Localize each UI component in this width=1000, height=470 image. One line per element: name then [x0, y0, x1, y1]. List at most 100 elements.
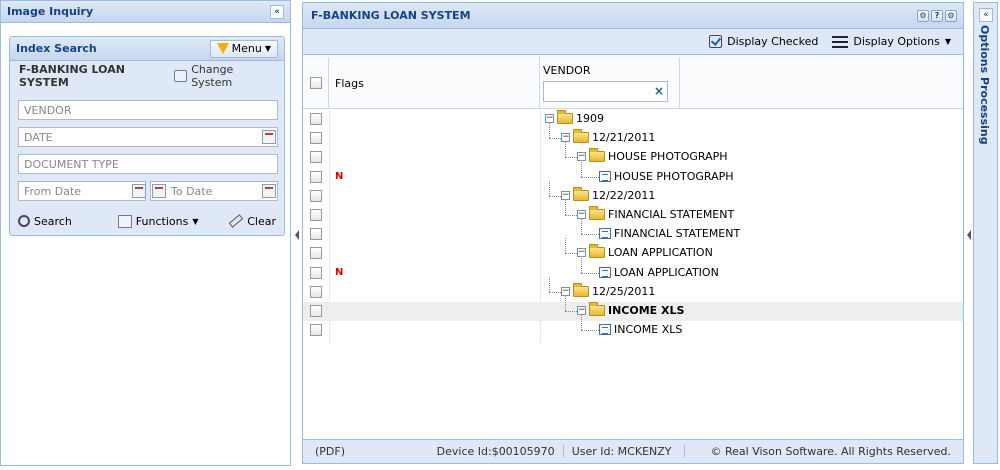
clear-button[interactable]: Clear — [228, 214, 276, 228]
tree-document-node[interactable]: FINANCIAL STATEMENT — [599, 227, 740, 240]
loan-system-title: F-BANKING LOAN SYSTEM — [311, 9, 471, 22]
functions-button[interactable]: Functions ▼ — [117, 214, 198, 228]
row-checkbox[interactable] — [310, 170, 322, 183]
row-flag: N — [335, 170, 344, 182]
tree-connector — [549, 138, 561, 140]
folder-icon — [589, 148, 605, 163]
row-checkbox[interactable] — [310, 304, 322, 317]
table-row[interactable]: FINANCIAL STATEMENT — [303, 219, 963, 244]
table-row[interactable]: − 1909 — [303, 110, 963, 129]
row-checkbox[interactable] — [310, 285, 322, 298]
tree-connector — [549, 195, 561, 197]
options-processing-title[interactable]: Options Processing — [978, 25, 991, 145]
tree-connector — [581, 330, 599, 332]
eraser-icon — [228, 214, 244, 228]
tree-document-node[interactable]: INCOME XLS — [599, 323, 682, 336]
collapse-toggle-icon[interactable]: − — [577, 305, 586, 315]
calendar-icon[interactable] — [262, 130, 276, 144]
document-type-input[interactable]: DOCUMENT TYPE — [18, 154, 278, 174]
tree-folder-node[interactable]: − 1909 — [545, 110, 604, 125]
menu-button[interactable]: Menu ▼ — [209, 39, 278, 58]
help-tool-icon[interactable]: ? — [931, 9, 943, 22]
to-date-calendar-icon[interactable] — [262, 184, 276, 198]
clear-label: Clear — [247, 214, 276, 228]
flags-column-header[interactable]: Flags — [329, 57, 540, 109]
tree-folder-node[interactable]: − 12/22/2011 — [561, 186, 655, 202]
vendor-filter-input[interactable]: × — [543, 81, 668, 102]
collapse-left-button[interactable]: « — [270, 4, 284, 19]
search-button[interactable]: Search — [18, 215, 72, 228]
change-system-label: Change System — [191, 63, 234, 89]
row-checkbox[interactable] — [310, 189, 322, 202]
table-row[interactable]: N HOUSE PHOTOGRAPH — [303, 161, 963, 187]
right-splitter-handle-icon[interactable] — [967, 230, 971, 240]
tree-connector — [549, 276, 550, 292]
collapse-toggle-icon[interactable]: − — [561, 286, 570, 296]
menu-lines-icon — [832, 35, 849, 48]
collapse-toggle-icon[interactable]: − — [561, 190, 570, 200]
index-search-title: Index Search — [16, 42, 97, 55]
display-options-button[interactable]: Display Options ▼ — [832, 35, 951, 48]
expand-right-button[interactable]: « — [979, 8, 993, 22]
table-row[interactable]: − HOUSE PHOTOGRAPH — [303, 142, 963, 167]
change-system-button[interactable]: Change System — [173, 63, 275, 89]
row-checkbox[interactable] — [310, 324, 322, 337]
table-row[interactable]: − 12/21/2011 — [303, 123, 963, 148]
table-row[interactable]: − 12/22/2011 — [303, 180, 963, 206]
to-date-input[interactable]: To Date — [150, 181, 278, 201]
collapse-toggle-icon[interactable]: − — [577, 248, 586, 258]
tree-document-node[interactable]: HOUSE PHOTOGRAPH — [599, 170, 734, 183]
collapse-toggle-icon[interactable]: − — [561, 133, 570, 143]
status-user-id: User Id: MCKENZY — [564, 445, 685, 458]
row-checkbox[interactable] — [310, 208, 322, 221]
tree-folder-node[interactable]: − 12/25/2011 — [561, 282, 656, 298]
document-icon — [599, 170, 611, 182]
document-icon — [599, 324, 611, 336]
tree-folder-node[interactable]: − LOAN APPLICATION — [577, 244, 713, 259]
tree-connector — [549, 180, 550, 196]
collapse-toggle-icon[interactable]: − — [577, 152, 586, 162]
table-row[interactable]: − 12/25/2011 — [303, 276, 963, 302]
row-checkbox[interactable] — [310, 228, 322, 241]
table-row[interactable]: − FINANCIAL STATEMENT — [303, 199, 963, 225]
settings-tool-icon[interactable]: ⚙ — [917, 9, 929, 22]
from-date-input[interactable]: From Date — [18, 181, 146, 201]
vendor-input[interactable]: VENDOR — [18, 100, 278, 120]
select-all-checkbox[interactable] — [310, 77, 322, 89]
document-icon — [599, 266, 611, 278]
date-input[interactable]: DATE — [18, 127, 278, 147]
tree-node-label: HOUSE PHOTOGRAPH — [614, 169, 734, 183]
gear-tool-icon[interactable]: ⚙ — [945, 9, 957, 22]
tree-node-label: FINANCIAL STATEMENT — [614, 227, 741, 241]
table-row[interactable]: INCOME XLS — [303, 315, 963, 340]
table-row[interactable]: − LOAN APPLICATION — [303, 238, 963, 263]
grid-toolbar: Display Checked Display Options ▼ — [303, 29, 963, 55]
tree-folder-node[interactable]: − 12/21/2011 — [561, 129, 655, 144]
row-checkbox[interactable] — [310, 113, 322, 125]
tree-folder-node[interactable]: − INCOME XLS — [577, 301, 684, 317]
image-inquiry-title: Image Inquiry — [7, 5, 94, 18]
to-date-calendar-icon-left[interactable] — [152, 184, 166, 198]
vendor-column-label[interactable]: VENDOR — [543, 64, 590, 77]
tree-node-label: 12/25/2011 — [592, 284, 656, 298]
tree-folder-node[interactable]: − HOUSE PHOTOGRAPH — [577, 148, 728, 163]
tree-document-node[interactable]: LOAN APPLICATION — [599, 266, 719, 279]
from-date-calendar-icon[interactable] — [132, 184, 146, 198]
tree-node-label: INCOME XLS — [614, 323, 683, 337]
collapse-toggle-icon[interactable]: − — [545, 114, 554, 123]
tree-folder-node[interactable]: − FINANCIAL STATEMENT — [577, 205, 734, 221]
row-flag: N — [335, 266, 344, 278]
row-checkbox[interactable] — [310, 247, 322, 260]
collapse-toggle-icon[interactable]: − — [577, 209, 586, 219]
row-checkbox[interactable] — [310, 132, 322, 145]
table-row[interactable]: − INCOME XLS — [303, 295, 963, 322]
table-row[interactable]: N LOAN APPLICATION — [303, 257, 963, 283]
folder-icon — [573, 282, 589, 297]
options-processing-panel: « Options Processing — [973, 2, 998, 464]
row-checkbox[interactable] — [310, 266, 322, 279]
display-checked-button[interactable]: Display Checked — [709, 35, 818, 48]
left-splitter-handle-icon[interactable] — [295, 230, 299, 240]
clear-filter-icon[interactable]: × — [654, 84, 664, 98]
tree-connector — [581, 272, 599, 274]
row-checkbox[interactable] — [310, 151, 322, 164]
